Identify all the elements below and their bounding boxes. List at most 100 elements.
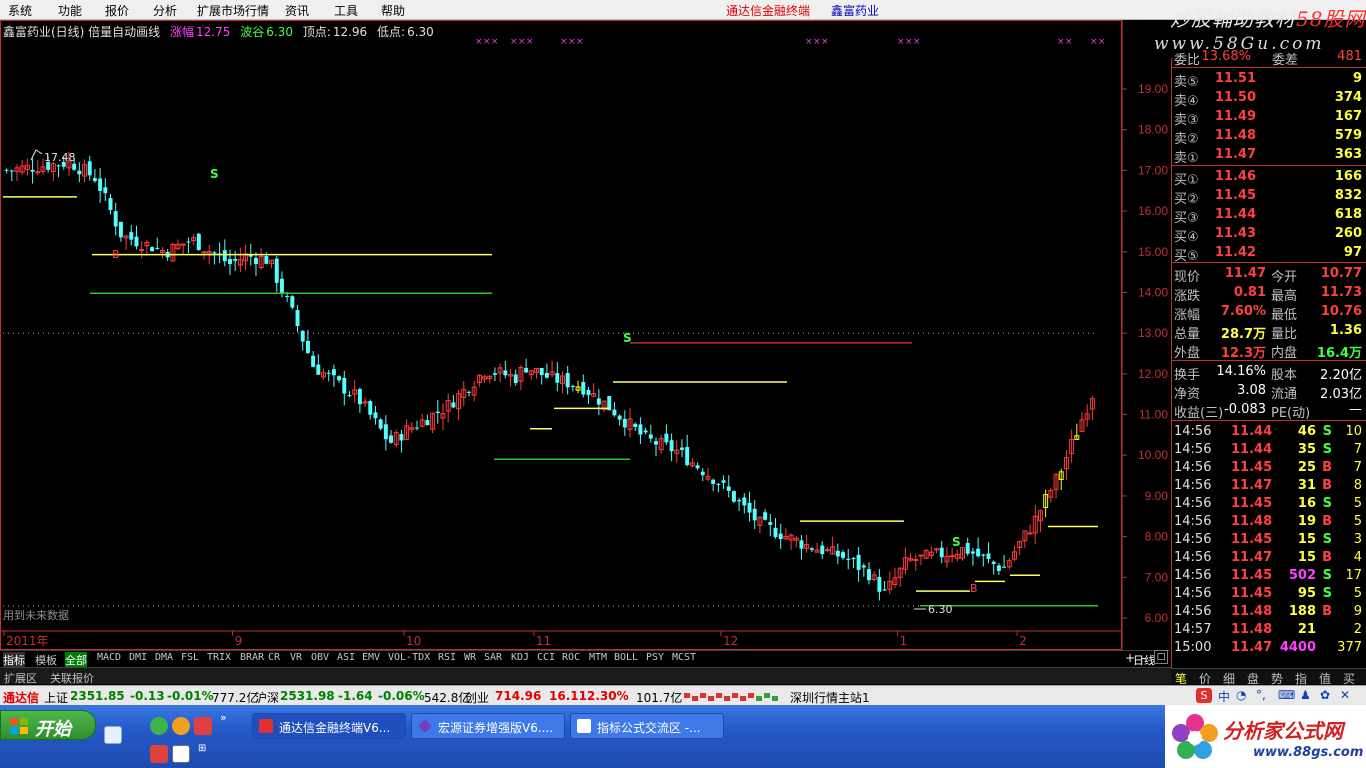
tab-wr[interactable]: WR [464,652,476,663]
tab-psy[interactable]: PSY [646,652,664,663]
candle-body [841,552,846,558]
ime-cn-icon[interactable]: 中 [1218,688,1230,705]
candle-body [524,367,529,373]
quicklaunch-overflow-icon[interactable]: » [220,711,227,724]
tab-trix[interactable]: TRIX [207,652,231,663]
candle-body [274,258,279,283]
ime-tools-icon[interactable]: ✕ [1340,688,1350,702]
candle-body [466,391,471,393]
ime-toolbar[interactable]: S 中 ◔ °, ⌨ ♟ ✿ ✕ [1196,688,1356,704]
tab-mcst[interactable]: MCST [672,652,696,663]
browser-green-icon[interactable] [150,717,168,735]
menu-news[interactable]: 资讯 [285,2,309,19]
show-desktop-icon[interactable] [104,726,122,744]
task-forum[interactable]: 指标公式交流区 -... [570,713,724,739]
ime-symbol-icon[interactable]: °, [1256,688,1266,702]
candle-body [383,424,388,440]
tab-indicator[interactable]: 指标 [3,652,25,668]
help-icon[interactable] [172,745,190,763]
tab-template[interactable]: 模板 [35,652,57,668]
ime-user-icon[interactable]: ♟ [1300,688,1311,702]
menu-system[interactable]: 系统 [8,2,32,19]
tab-macd[interactable]: MACD [97,652,121,663]
stat-label: 内盘 [1271,346,1298,361]
candle-body [92,178,97,182]
tick-time: 14:56 [1174,442,1212,457]
ime-skin-icon[interactable]: ✿ [1320,688,1330,702]
tab-brar[interactable]: BRAR [240,652,264,663]
close-chart-button[interactable]: □ [1154,650,1168,664]
linked-quote-tab[interactable]: 关联报价 [50,670,94,686]
browser-orange-icon[interactable] [172,717,190,735]
tab-dmi[interactable]: DMI [129,652,147,663]
tab-dma[interactable]: DMA [155,652,173,663]
y-tick-label: 18.00 [1138,123,1168,137]
tab-emv[interactable]: EMV [362,652,380,663]
chart-frame [0,20,1122,650]
tab-fsl[interactable]: FSL [181,652,199,663]
tick-count: 17 [1345,568,1362,583]
tick-count: 377 [1337,640,1362,655]
menu-function[interactable]: 功能 [58,2,82,19]
y-tick-label: 13.00 [1138,326,1168,340]
tab-boll[interactable]: BOLL [614,652,638,663]
ask-volume: 9 [1352,71,1362,86]
sogou-icon[interactable] [150,745,168,763]
ext-area-tab[interactable]: 扩展区 [4,670,37,686]
media-icon[interactable] [194,717,212,735]
task-hongyuan[interactable]: 宏源证券增强版V6.... [411,713,565,739]
tab-all[interactable]: 全部 [65,652,87,668]
tab-kdj[interactable]: KDJ [511,652,529,663]
bid-label: 买② [1174,192,1199,207]
tab-obv[interactable]: OBV [311,652,329,663]
tick-side: S [1322,496,1332,511]
candle-body [4,169,9,171]
zoom-out-button[interactable]: - [1141,651,1145,665]
candle-body [565,372,570,388]
tdx-icon [259,719,273,733]
signal-x-mark: × [475,37,483,47]
tab-asi[interactable]: ASI [337,652,355,663]
tab-rsi[interactable]: RSI [438,652,456,663]
menu-extended-market[interactable]: 扩展市场行情 [197,2,269,19]
candle-body [586,389,591,396]
y-tick-label: 19.00 [1138,82,1168,96]
ask-price: 11.47 [1214,147,1256,162]
tick-time: 14:56 [1174,568,1212,583]
language-icon[interactable]: ⊞ [198,743,206,754]
candle-body [913,559,919,562]
menu-tools[interactable]: 工具 [334,2,358,19]
panel-separator [1172,165,1366,166]
tab-vr[interactable]: VR [290,652,302,663]
brand-logo-text-b: 58股网 [1296,7,1366,31]
candle-body [986,553,991,559]
tab-sar[interactable]: SAR [484,652,502,663]
bid-volume: 832 [1334,188,1362,203]
candle-body [633,423,638,428]
stat-value: 11.73 [1320,285,1362,300]
tab-vol-tdx[interactable]: VOL-TDX [388,652,430,663]
stat-row: 总量 28.7万 量比 1.36 [1172,322,1366,342]
ime-keyboard-icon[interactable]: ⌨ [1278,688,1295,702]
task-tdx-terminal[interactable]: 通达信金融终端V6... [252,713,406,739]
tab-cr[interactable]: CR [268,652,280,663]
menu-quote[interactable]: 报价 [105,2,129,19]
candle-body [799,540,804,549]
ask-label: 卖④ [1174,94,1199,109]
tick-side: B [1322,604,1332,619]
tab-roc[interactable]: ROC [562,652,580,663]
candle-body [581,382,586,395]
ime-punct-icon[interactable]: ◔ [1236,688,1246,702]
zoom-controls: + - □ [1122,650,1170,666]
tick-row: 15:00 11.47 4400 377 [1172,639,1366,657]
start-button[interactable]: 开始 [0,710,96,740]
menu-help[interactable]: 帮助 [381,2,405,19]
tab-cci[interactable]: CCI [537,652,555,663]
zoom-in-button[interactable]: + [1125,651,1135,665]
tab-mtm[interactable]: MTM [589,652,607,663]
stat-value: 0.81 [1233,285,1266,300]
candle-body [389,435,394,443]
candlestick-chart[interactable]: 19.0018.0017.0016.0015.0014.0013.0012.00… [0,20,1170,650]
label-trough: 波谷 [240,25,265,39]
menu-analysis[interactable]: 分析 [153,2,177,19]
